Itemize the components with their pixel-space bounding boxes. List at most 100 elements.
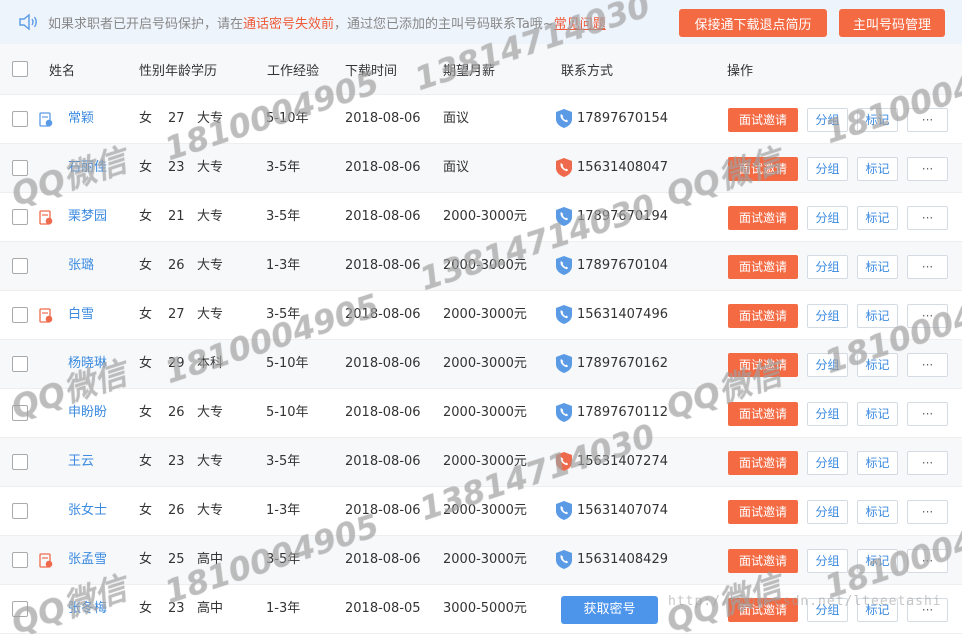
more-button[interactable]: ··· [907,304,948,328]
candidate-name[interactable]: 王云 [68,438,94,486]
group-button[interactable]: 分组 [807,157,848,181]
download-time: 2018-08-06 [345,209,421,224]
notice-highlight: 通话密号失效前 [243,16,335,32]
speaker-icon [19,13,37,31]
group-button[interactable]: 分组 [807,206,848,230]
candidate-name[interactable]: 杨晓琳 [68,340,107,388]
row-checkbox[interactable] [12,503,28,519]
mark-button[interactable]: 标记 [857,451,898,475]
more-button[interactable]: ··· [907,206,948,230]
group-button[interactable]: 分组 [807,500,848,524]
expected-salary: 面议 [443,111,470,126]
interview-invite-button[interactable]: 面试邀请 [728,549,798,573]
notice-part2: ，通过您已添加的主叫号码联系Ta哦~ [334,16,554,32]
row-checkbox[interactable] [12,258,28,274]
group-button[interactable]: 分组 [807,108,848,132]
candidate-education: 大专 [197,307,224,322]
candidate-name[interactable]: 白雪 [68,291,94,339]
row-checkbox[interactable] [12,356,28,372]
interview-invite-button[interactable]: 面试邀请 [728,206,798,230]
interview-invite-button[interactable]: 面试邀请 [728,108,798,132]
keep-download-button[interactable]: 保接通下载退点简历 [679,9,827,37]
faq-link[interactable]: 常见问题 [554,17,606,32]
row-checkbox[interactable] [12,111,28,127]
contact-phone: 17897670194 [577,209,668,224]
candidate-gender: 女 [139,552,153,567]
interview-invite-button[interactable]: 面试邀请 [728,353,798,377]
table-row: 杨晓琳 女 29 本科 5-10年 2018-08-06 2000-3000元 1789767… [0,340,962,389]
row-checkbox[interactable] [12,601,28,617]
mark-button[interactable]: 标记 [857,402,898,426]
download-time: 2018-08-06 [345,258,421,273]
group-button[interactable]: 分组 [807,451,848,475]
get-secret-number-button[interactable]: 获取密号 [561,596,658,624]
mark-button[interactable]: 标记 [857,157,898,181]
more-button[interactable]: ··· [907,157,948,181]
caller-manage-button[interactable]: 主叫号码管理 [839,9,945,37]
header-experience: 工作经验 [267,63,320,79]
candidate-name[interactable]: 张孟雪 [68,536,107,584]
row-checkbox[interactable] [12,552,28,568]
more-button[interactable]: ··· [907,353,948,377]
contact-phone: 15631408047 [577,160,668,175]
expected-salary: 2000-3000元 [443,209,527,224]
phone-protected-icon [556,158,572,177]
table-row: 张璐 女 26 大专 1-3年 2018-08-06 2000-3000元 178976701… [0,242,962,291]
more-button[interactable]: ··· [907,549,948,573]
group-button[interactable]: 分组 [807,402,848,426]
expected-salary: 2000-3000元 [443,552,527,567]
mark-button[interactable]: 标记 [857,255,898,279]
header-name: 姓名 [49,63,76,79]
row-checkbox[interactable] [12,454,28,470]
row-checkbox[interactable] [12,307,28,323]
candidate-gender: 女 [139,356,153,371]
candidate-name[interactable]: 常颖 [68,95,94,143]
interview-invite-button[interactable]: 面试邀请 [728,402,798,426]
interview-invite-button[interactable]: 面试邀请 [728,255,798,279]
candidate-gender: 女 [139,307,153,322]
mark-button[interactable]: 标记 [857,108,898,132]
table-row: 张女士 女 26 大专 1-3年 2018-08-06 2000-3000元 15631407… [0,487,962,536]
group-button[interactable]: 分组 [807,304,848,328]
mark-button[interactable]: 标记 [857,206,898,230]
row-checkbox[interactable] [12,405,28,421]
mark-button[interactable]: 标记 [857,304,898,328]
interview-invite-button[interactable]: 面试邀请 [728,500,798,524]
table-body: 常颖女 27 大专 5-10年 2018-08-06 面议 17897670154 面试邀请分… [0,95,962,634]
more-button[interactable]: ··· [907,108,948,132]
candidate-name[interactable]: 栗梦园 [68,193,107,241]
interview-invite-button[interactable]: 面试邀请 [728,451,798,475]
candidate-experience: 3-5年 [266,552,301,567]
select-all-checkbox[interactable] [12,61,28,77]
candidate-name[interactable]: 石丽佳 [68,144,107,192]
download-time: 2018-08-06 [345,160,421,175]
notice-bar: 如果求职者已开启号码保护，请在通话密号失效前，通过您已添加的主叫号码联系Ta哦~… [0,0,962,44]
candidate-education: 大专 [197,405,224,420]
candidate-name[interactable]: 申盼盼 [68,389,107,437]
mark-button[interactable]: 标记 [857,500,898,524]
phone-shield-icon [556,550,572,569]
row-checkbox[interactable] [12,209,28,225]
candidate-name[interactable]: 张璐 [68,242,94,290]
candidate-experience: 5-10年 [266,405,309,420]
mark-button[interactable]: 标记 [857,353,898,377]
more-button[interactable]: ··· [907,255,948,279]
more-button[interactable]: ··· [907,500,948,524]
group-button[interactable]: 分组 [807,353,848,377]
candidate-experience: 1-3年 [266,503,301,518]
candidate-education: 本科 [197,356,224,371]
candidate-name[interactable]: 张冬梅 [68,585,107,633]
interview-invite-button[interactable]: 面试邀请 [728,157,798,181]
candidate-gender: 女 [139,111,153,126]
group-button[interactable]: 分组 [807,255,848,279]
candidate-name[interactable]: 张女士 [68,487,107,535]
candidate-experience: 1-3年 [266,601,301,616]
interview-invite-button[interactable]: 面试邀请 [728,304,798,328]
more-button[interactable]: ··· [907,402,948,426]
candidate-education: 大专 [197,258,224,273]
candidate-gender: 女 [139,503,153,518]
group-button[interactable]: 分组 [807,549,848,573]
mark-button[interactable]: 标记 [857,549,898,573]
more-button[interactable]: ··· [907,451,948,475]
row-checkbox[interactable] [12,160,28,176]
